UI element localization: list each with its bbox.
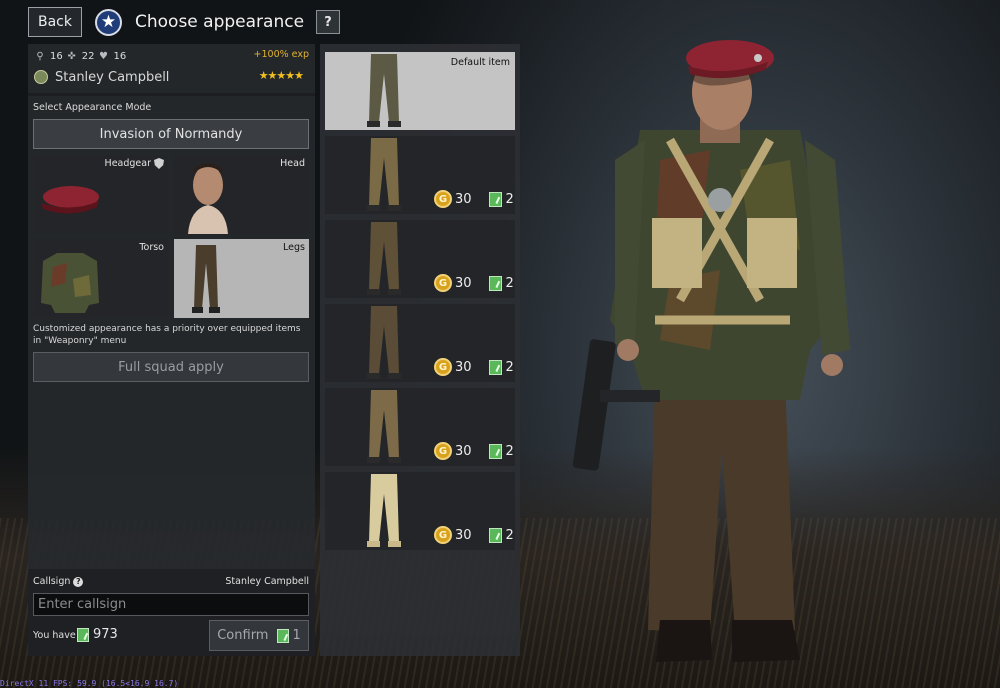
default-item-label: Default item: [450, 57, 510, 68]
item-card[interactable]: G 30 2: [325, 472, 515, 550]
item-price: G 30 2: [434, 526, 514, 544]
ticket-price: 2: [505, 527, 514, 543]
slot-label: Torso: [139, 242, 164, 253]
callsign-help-icon[interactable]: ?: [73, 576, 84, 587]
gold-coin-icon: G: [434, 442, 452, 460]
gold-price: 30: [455, 359, 472, 375]
divider: [28, 93, 315, 96]
ticket-icon: [488, 191, 502, 207]
callsign-label-text: Callsign: [33, 576, 71, 587]
ticket-price: 2: [505, 359, 514, 375]
shield-icon: [154, 158, 164, 169]
slot-label: Headgear: [105, 158, 164, 169]
stat-value: 16: [50, 50, 63, 62]
page-title: Choose appearance: [135, 12, 305, 32]
slot-label-text: Head: [280, 158, 305, 169]
ticket-price: 2: [505, 191, 514, 207]
soldier-info: Stanley Campbell ★★★★★: [34, 68, 309, 86]
gold-coin-icon: G: [434, 190, 452, 208]
gold-coin-icon: G: [434, 358, 452, 376]
top-bar: Back ★ Choose appearance ?: [28, 7, 341, 37]
slot-label-text: Headgear: [104, 158, 151, 169]
ticket-price: 2: [505, 275, 514, 291]
confirm-button[interactable]: Confirm 1: [209, 620, 309, 651]
rank-icon: [34, 70, 48, 84]
trousers-thumbnail: [367, 138, 401, 211]
help-button[interactable]: ?: [316, 10, 341, 34]
ticket-price: 2: [505, 443, 514, 459]
item-card[interactable]: G 30 2: [325, 388, 515, 466]
ticket-icon: [488, 527, 502, 543]
you-have-label: You have: [33, 630, 76, 641]
appearance-panel: ⚲ 16 ✜ 22 ♥ 16 +100% exp Stanley Campbel…: [28, 44, 315, 656]
priority-notice: Customized appearance has a priority ove…: [33, 324, 301, 346]
army-star-icon: ★: [95, 8, 122, 36]
confirm-cost: 1: [292, 628, 301, 643]
appearance-mode-label: Select Appearance Mode: [33, 102, 152, 113]
ticket-icon: [277, 628, 290, 643]
back-button[interactable]: Back: [28, 7, 82, 37]
callsign-label: Callsign ?: [33, 576, 84, 587]
legs-item-list: Default item G 30 2 G 30 2 G 30 2 G 30 2…: [320, 44, 520, 656]
gold-price: 30: [455, 191, 472, 207]
item-price: G 30 2: [434, 442, 514, 460]
item-price: G 30 2: [434, 190, 514, 208]
slot-label-text: Legs: [283, 242, 305, 253]
soldier-preview-figure: [572, 40, 850, 662]
item-card[interactable]: G 30 2: [325, 136, 515, 214]
trousers-thumbnail: [367, 306, 401, 379]
gold-price: 30: [455, 275, 472, 291]
slot-legs[interactable]: Legs: [174, 239, 309, 318]
ticket-icon: [488, 359, 502, 375]
item-card[interactable]: G 30 2: [325, 220, 515, 298]
soldier-name: Stanley Campbell: [55, 69, 170, 85]
ticket-balance-value: 973: [93, 627, 118, 642]
callsign-input[interactable]: [33, 593, 309, 616]
ticket-icon: [488, 443, 502, 459]
slot-headgear[interactable]: Headgear: [33, 155, 168, 234]
stat-value: 22: [81, 50, 95, 62]
trousers-thumbnail: [367, 222, 401, 295]
trousers-thumbnail: [367, 54, 401, 127]
current-callsign: Stanley Campbell: [225, 576, 309, 587]
appearance-mode-select[interactable]: Invasion of Normandy: [33, 119, 309, 149]
item-price: G 30 2: [434, 358, 514, 376]
rating-stars: ★★★★★: [258, 69, 304, 82]
item-card[interactable]: G 30 2: [325, 304, 515, 382]
ticket-balance: 973: [77, 627, 118, 642]
ticket-icon: [77, 627, 89, 642]
full-squad-apply-button[interactable]: Full squad apply: [33, 352, 309, 382]
gold-price: 30: [455, 527, 472, 543]
soldier-stats: ⚲ 16 ✜ 22 ♥ 16 +100% exp: [34, 48, 309, 64]
parachute-icon: ⚲: [36, 50, 44, 62]
confirm-label: Confirm: [217, 628, 269, 643]
slot-label-text: Torso: [139, 242, 164, 253]
trousers-thumbnail: [367, 390, 401, 463]
medic-heart-icon: ♥: [98, 50, 108, 62]
callsign-section: Callsign ? Stanley Campbell You have 973…: [28, 569, 315, 656]
gold-coin-icon: G: [434, 526, 452, 544]
trousers-thumbnail: [367, 474, 401, 547]
item-price: G 30 2: [434, 274, 514, 292]
slot-torso[interactable]: Torso: [33, 239, 168, 318]
stat-value: 16: [113, 50, 127, 62]
fps-debug-overlay: DirectX 11 FPS: 59.9 (16.5<16.9 16.7): [0, 679, 179, 688]
rifle-icon: ✜: [67, 50, 76, 62]
ticket-icon: [488, 275, 502, 291]
gold-price: 30: [455, 443, 472, 459]
exp-bonus: +100% exp: [253, 49, 309, 60]
slot-label: Head: [280, 158, 305, 169]
item-card-default[interactable]: Default item: [325, 52, 515, 130]
gold-coin-icon: G: [434, 274, 452, 292]
slot-head[interactable]: Head: [174, 155, 309, 234]
slot-label: Legs: [283, 242, 305, 253]
